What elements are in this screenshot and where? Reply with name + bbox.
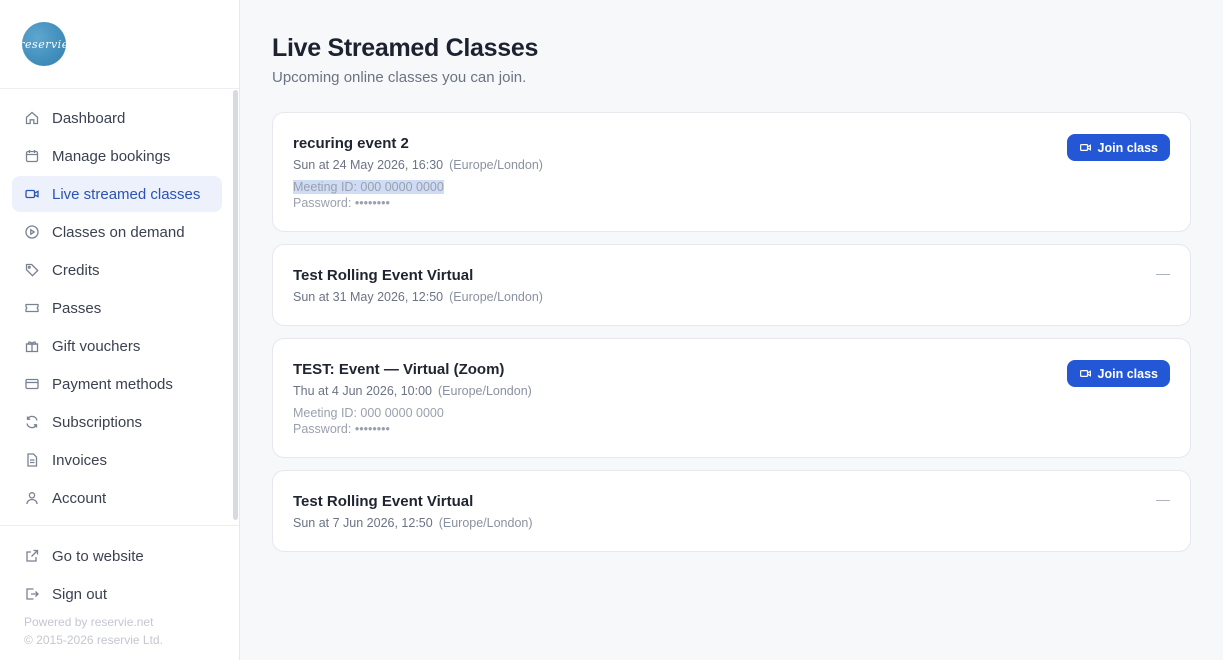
sidebar-item-credits[interactable]: Credits (12, 252, 222, 288)
class-datetime: Sun at 31 May 2026, 12:50 (Europe/London) (293, 290, 543, 304)
meeting-id-text: Meeting ID: 000 0000 0000 (293, 180, 444, 194)
sidebar-item-manage-bookings[interactable]: Manage bookings (12, 138, 222, 174)
sidebar: reservie Dashboard Manage bookings Live … (0, 0, 240, 660)
calendar-icon (24, 148, 40, 164)
sidebar-item-passes[interactable]: Passes (12, 290, 222, 326)
class-timezone: (Europe/London) (438, 384, 532, 398)
sidebar-item-label: Live streamed classes (52, 185, 201, 203)
powered-by-link[interactable]: Powered by reservie.net (24, 615, 153, 629)
class-card: recuring event 2 Sun at 24 May 2026, 16:… (272, 112, 1191, 232)
sidebar-item-label: Invoices (52, 451, 108, 469)
class-date: Sun at 24 May 2026, 16:30 (293, 158, 444, 172)
page-subtitle: Upcoming online classes you can join. (272, 69, 527, 86)
class-timezone: (Europe/London) (438, 516, 533, 530)
join-class-label: Join class (1097, 366, 1158, 381)
sidebar-item-label: Manage bookings (52, 147, 171, 165)
class-date: Sun at 31 May 2026, 12:50 (293, 290, 444, 304)
sign-out-icon (24, 586, 40, 602)
refresh-icon (24, 414, 40, 430)
class-title: recuring event 2 (293, 135, 409, 152)
class-title: Test Rolling Event Virtual (293, 493, 474, 510)
video-icon (1079, 144, 1091, 151)
logo-text: reservie (22, 37, 66, 51)
meeting-password: Password: •••••••• (293, 196, 390, 210)
class-date: Sun at 7 Jun 2026, 12:50 (293, 516, 433, 530)
class-card: TEST: Event — Virtual (Zoom) Thu at 4 Ju… (272, 338, 1191, 458)
gift-icon (24, 338, 40, 354)
sidebar-bottom: Go to website Sign out (0, 525, 239, 614)
video-icon (1079, 370, 1091, 377)
sidebar-item-go-to-website[interactable]: Go to website (12, 538, 222, 574)
sidebar-nav: Dashboard Manage bookings Live streamed … (12, 100, 222, 518)
sidebar-item-subscriptions[interactable]: Subscriptions (12, 404, 222, 440)
sidebar-scrollbar[interactable] (233, 90, 238, 520)
page-title: Live Streamed Classes (272, 34, 539, 62)
class-card: Test Rolling Event Virtual Sun at 7 Jun … (272, 470, 1191, 552)
sidebar-item-account[interactable]: Account (12, 480, 222, 516)
join-class-label: Join class (1097, 140, 1158, 155)
meeting-id: Meeting ID: 000 0000 0000 (293, 180, 444, 194)
sidebar-item-label: Gift vouchers (52, 337, 141, 355)
sidebar-item-sign-out[interactable]: Sign out (12, 576, 222, 612)
sidebar-item-label: Account (52, 489, 107, 507)
document-icon (24, 452, 40, 468)
credit-card-icon (24, 376, 40, 392)
logo-area: reservie (0, 0, 239, 89)
sidebar-item-label: Dashboard (52, 109, 126, 127)
sidebar-item-invoices[interactable]: Invoices (12, 442, 222, 478)
meeting-password: Password: •••••••• (293, 422, 390, 436)
class-timezone: (Europe/London) (449, 290, 543, 304)
join-class-button[interactable]: Join class (1066, 134, 1170, 161)
join-class-button[interactable]: Join class (1066, 360, 1170, 387)
class-datetime: Sun at 24 May 2026, 16:30 (Europe/London) (293, 158, 543, 172)
sidebar-item-classes-on-demand[interactable]: Classes on demand (12, 214, 222, 250)
sidebar-item-payment-methods[interactable]: Payment methods (12, 366, 222, 402)
ticket-icon (24, 300, 40, 316)
class-datetime: Sun at 7 Jun 2026, 12:50 (Europe/London) (293, 516, 533, 530)
external-link-icon (24, 548, 40, 564)
class-title: TEST: Event — Virtual (Zoom) (293, 361, 505, 378)
class-date: Thu at 4 Jun 2026, 10:00 (293, 384, 432, 398)
video-icon (24, 186, 40, 202)
class-datetime: Thu at 4 Jun 2026, 10:00 (Europe/London) (293, 384, 532, 398)
sidebar-item-label: Subscriptions (52, 413, 143, 431)
sidebar-item-label: Classes on demand (52, 223, 185, 241)
copyright-text: © 2015-2026 reservie Ltd. (24, 633, 163, 647)
class-card: Test Rolling Event Virtual Sun at 31 May… (272, 244, 1191, 326)
sidebar-item-gift-vouchers[interactable]: Gift vouchers (12, 328, 222, 364)
tag-icon (24, 262, 40, 278)
sidebar-item-label: Passes (52, 299, 102, 317)
home-icon (24, 110, 40, 126)
play-circle-icon (24, 224, 40, 240)
sidebar-item-label: Sign out (52, 585, 108, 603)
sidebar-item-live-streamed-classes[interactable]: Live streamed classes (12, 176, 222, 212)
class-title: Test Rolling Event Virtual (293, 267, 474, 284)
sidebar-item-label: Payment methods (52, 375, 173, 393)
unavailable-indicator: — (1156, 265, 1170, 281)
meeting-id: Meeting ID: 000 0000 0000 (293, 406, 444, 420)
unavailable-indicator: — (1156, 491, 1170, 507)
user-icon (24, 490, 40, 506)
brand-logo[interactable]: reservie (22, 22, 66, 66)
sidebar-item-label: Credits (52, 261, 100, 279)
sidebar-item-label: Go to website (52, 547, 144, 565)
class-timezone: (Europe/London) (449, 158, 543, 172)
sidebar-item-dashboard[interactable]: Dashboard (12, 100, 222, 136)
